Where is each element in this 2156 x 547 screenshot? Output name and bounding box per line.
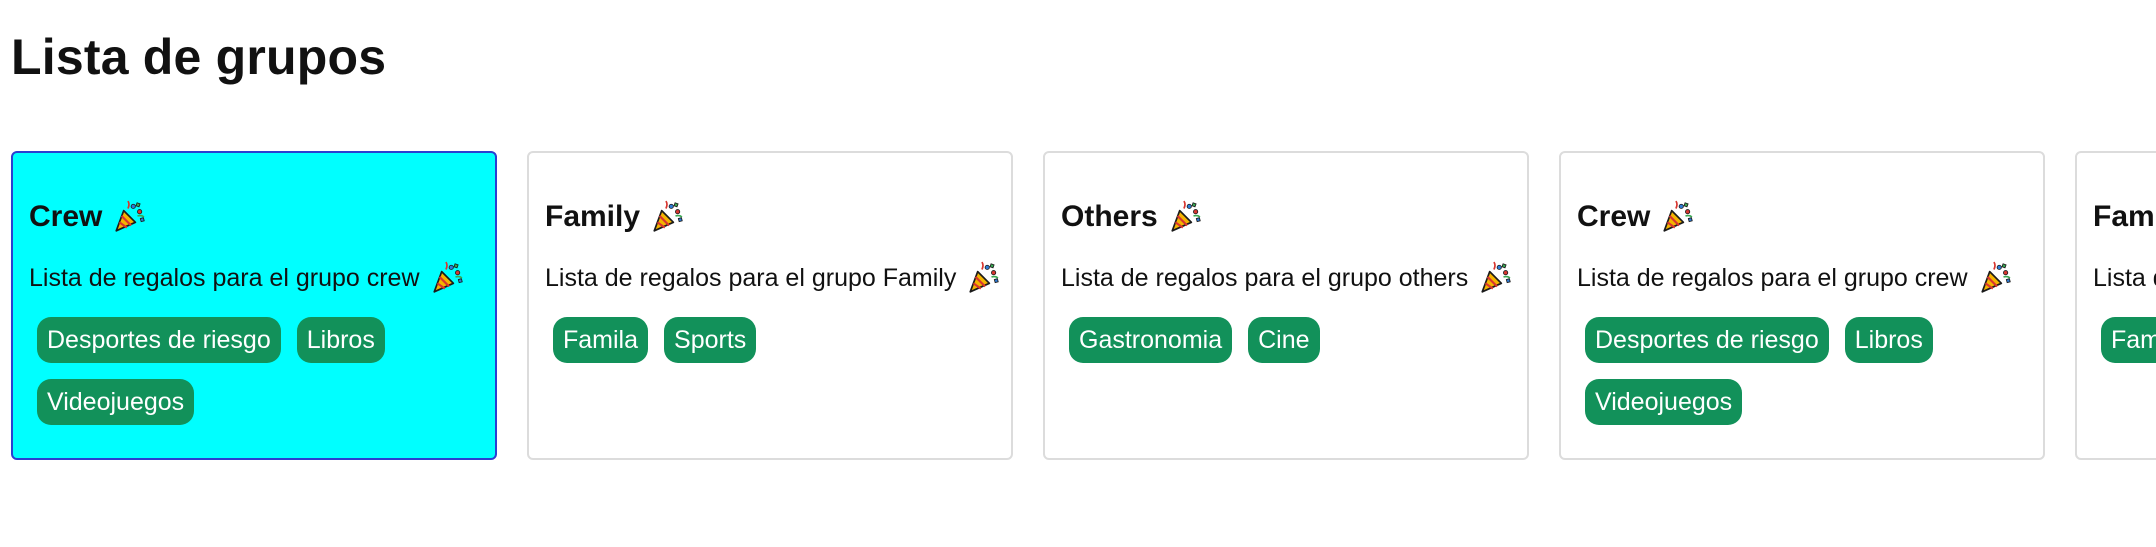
party-popper-icon: [430, 261, 464, 295]
group-name: Others: [1061, 200, 1158, 233]
group-card[interactable]: Others Lista de regalos para el grupo ot…: [1043, 151, 1529, 460]
group-card[interactable]: Family Lista de regalos para el grupo Fa…: [527, 151, 1013, 460]
group-title: Crew: [29, 199, 479, 235]
group-tags: Gastronomia Cine: [1061, 317, 1511, 363]
group-name: Crew: [1577, 200, 1651, 233]
group-name: Crew: [29, 200, 103, 233]
group-tags: Famila Sports: [545, 317, 995, 363]
tag-badge[interactable]: Libros: [296, 317, 385, 363]
group-description: Lista de regalos para el grupo crew: [1577, 261, 2027, 295]
group-description: Lista de regalos para el grupo crew: [29, 261, 479, 295]
group-title: Others: [1061, 199, 1511, 235]
group-name: Family: [545, 200, 641, 233]
group-tags: Desportes de riesgo Libros Videojuegos: [1577, 317, 2027, 425]
group-card[interactable]: Crew Lista de regalos para el grupo crew…: [11, 151, 497, 460]
party-popper-icon: [1168, 200, 1202, 234]
group-description-text: Lista de regalos para el grupo Family: [545, 264, 957, 292]
group-title: Crew: [1577, 199, 2027, 235]
group-title: Family: [2093, 199, 2156, 235]
tag-badge[interactable]: Desportes de riesgo: [37, 317, 281, 363]
tag-badge[interactable]: Famila: [2101, 317, 2156, 363]
party-popper-icon: [966, 261, 1000, 295]
group-description-text: Lista de regalos para el grupo crew: [1577, 264, 1968, 292]
group-description: Lista de regalos para el grupo others: [1061, 261, 1511, 295]
group-description-text: Lista de regalos para el grupo crew: [29, 264, 420, 292]
page-title: Lista de grupos: [11, 29, 387, 85]
party-popper-icon: [1478, 261, 1512, 295]
groups-carousel[interactable]: Crew Lista de regalos para el grupo crew…: [11, 151, 2156, 461]
tag-badge[interactable]: Videojuegos: [37, 379, 195, 425]
tag-badge[interactable]: Gastronomia: [1069, 317, 1233, 363]
groups-track: Crew Lista de regalos para el grupo crew…: [11, 151, 2156, 460]
group-card[interactable]: Family Lista de regalos para el grupo Fa…: [2075, 151, 2156, 460]
party-popper-icon: [1978, 261, 2012, 295]
group-name: Family: [2093, 200, 2156, 233]
tag-badge[interactable]: Videojuegos: [1585, 379, 1743, 425]
group-tags: Desportes de riesgo Libros Videojuegos: [29, 317, 479, 425]
party-popper-icon: [1660, 200, 1694, 234]
group-description-text: Lista de regalos para el grupo others: [1061, 264, 1469, 292]
tag-badge[interactable]: Libros: [1844, 317, 1933, 363]
group-tags: Famila: [2093, 317, 2156, 363]
tag-badge[interactable]: Cine: [1248, 317, 1320, 363]
tag-badge[interactable]: Desportes de riesgo: [1585, 317, 1829, 363]
tag-badge[interactable]: Sports: [664, 317, 757, 363]
tag-badge[interactable]: Famila: [553, 317, 649, 363]
group-description-text: Lista de regalos para el grupo Family: [2093, 264, 2156, 292]
group-card[interactable]: Crew Lista de regalos para el grupo crew…: [1559, 151, 2045, 460]
group-title: Family: [545, 199, 995, 235]
page: Lista de grupos Crew Lista de regalos pa…: [0, 0, 2156, 547]
party-popper-icon: [650, 200, 684, 234]
group-description: Lista de regalos para el grupo Family: [2093, 261, 2156, 295]
party-popper-icon: [112, 200, 146, 234]
group-description: Lista de regalos para el grupo Family: [545, 261, 1000, 295]
